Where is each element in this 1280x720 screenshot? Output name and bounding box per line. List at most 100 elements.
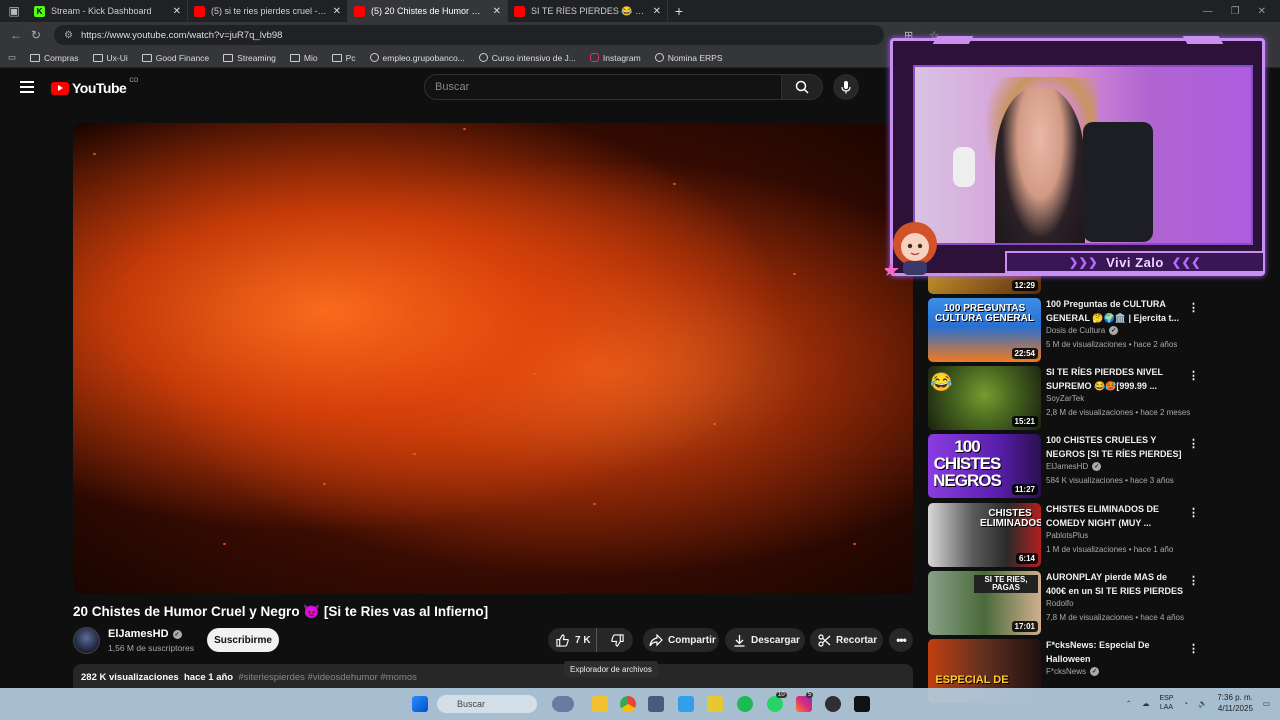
more-vertical-icon[interactable]: ⋮ <box>1188 642 1199 655</box>
suggestion-item[interactable]: SI TE RIES, PAGAS 17:01 AURONPLAY pierde… <box>928 571 1199 635</box>
like-button[interactable]: 7 K <box>548 628 598 652</box>
hashtags[interactable]: #siteriespierdes #videosdehumor #momos <box>238 672 416 683</box>
sticky-notes-icon[interactable] <box>707 696 723 712</box>
close-window-icon[interactable]: ✕ <box>1258 6 1266 17</box>
suggestion-item[interactable]: 100 CHISTES NEGROS 11:27 100 CHISTES CRU… <box>928 434 1199 498</box>
browser-tab[interactable]: SI TE RÍES PIERDES 😂 NIVEL DIOS ✕ <box>508 0 668 22</box>
bookmark-link[interactable]: Curso intensivo de J... <box>478 53 576 63</box>
search-input[interactable] <box>424 74 782 100</box>
suggestion-thumbnail[interactable]: SI TE RIES, PAGAS 17:01 <box>928 571 1041 635</box>
suggestion-channel-row[interactable]: SoyZarTek <box>1046 394 1084 403</box>
search-button[interactable] <box>781 74 823 100</box>
site-info-icon[interactable]: ⚙ <box>64 30 73 41</box>
suggestion-channel-row[interactable]: Dosis de Cultura ✓ <box>1046 326 1119 335</box>
chevron-up-icon[interactable]: ⌃ <box>1126 699 1132 708</box>
clock[interactable]: 7:36 p. m. 4/11/2025 <box>1217 692 1253 714</box>
bookmark-folder[interactable]: Ux-Ui <box>92 53 128 63</box>
webcam-person <box>995 87 1085 243</box>
maximize-icon[interactable]: ❐ <box>1231 6 1240 17</box>
widgets-icon[interactable] <box>552 696 574 712</box>
menu-icon[interactable] <box>20 81 34 93</box>
tab-actions-icon[interactable]: ▣ <box>0 0 28 22</box>
more-vertical-icon[interactable]: ⋮ <box>1188 301 1199 314</box>
network-icon[interactable]: ☁ <box>1142 699 1150 708</box>
suggestion-channel-row[interactable]: PablotsPlus <box>1046 531 1088 540</box>
suggestion-thumbnail[interactable]: CHISTES ELIMINADOS 6:14 <box>928 503 1041 567</box>
taskbar-search[interactable]: Buscar <box>437 695 537 713</box>
windows-start-icon[interactable] <box>412 696 428 712</box>
bookmark-folder[interactable]: Pc <box>331 53 356 63</box>
volume-icon[interactable]: 🔈 <box>1198 699 1207 708</box>
suggestion-thumbnail[interactable]: 100 PREGUNTAS CULTURA GENERAL 22:54 <box>928 298 1041 362</box>
keyboard-layout: LAA <box>1159 704 1174 711</box>
tab-close-icon[interactable]: ✕ <box>653 6 661 17</box>
more-actions-button[interactable]: ••• <box>889 628 913 652</box>
url-field[interactable]: ⚙ https://www.youtube.com/watch?v=juR7q_… <box>54 25 884 45</box>
tiktok-icon[interactable] <box>854 696 870 712</box>
bookmark-folder[interactable]: Mio <box>289 53 318 63</box>
language-indicator[interactable]: ESP LAA <box>1159 694 1173 712</box>
tab-close-icon[interactable]: ✕ <box>333 6 341 17</box>
youtube-logo[interactable]: YouTube CO <box>51 78 138 96</box>
bookmark-folder[interactable]: Compras <box>30 53 79 63</box>
bookmark-link[interactable]: Nomina ERPS <box>654 53 723 63</box>
bookmark-folder[interactable]: Good Finance <box>141 53 209 63</box>
taskbar-search-label: Buscar <box>457 699 486 709</box>
description-box[interactable]: 282 K visualizaciones hace 1 año #siteri… <box>73 664 913 688</box>
bookmark-label: Instagram <box>602 52 641 63</box>
suggestion-item[interactable]: CHISTES ELIMINADOS 6:14 CHISTES ELIMINAD… <box>928 503 1199 567</box>
bookmarks-apps-icon[interactable]: ▭ <box>8 52 16 63</box>
more-vertical-icon[interactable]: ⋮ <box>1188 437 1199 450</box>
notifications-icon[interactable]: ▭ <box>1263 699 1270 708</box>
chrome-icon[interactable] <box>620 696 636 712</box>
clip-button[interactable]: Recortar <box>810 628 883 652</box>
bookmark-folder[interactable]: Streaming <box>223 53 276 63</box>
tab-close-icon[interactable]: ✕ <box>173 6 181 17</box>
more-vertical-icon[interactable]: ⋮ <box>1188 369 1199 382</box>
channel-name-row[interactable]: ElJamesHD ✓ <box>108 628 182 640</box>
minimize-icon[interactable]: — <box>1203 6 1213 17</box>
suggestion-title[interactable]: AURONPLAY pierde MAS de 400€ en un SI TE… <box>1046 571 1184 598</box>
suggestion-title[interactable]: 100 Preguntas de CULTURA GENERAL 🤔🌍🏛️ | … <box>1046 298 1184 325</box>
wifi-icon[interactable]: ◔ <box>1183 699 1188 708</box>
whatsapp-icon[interactable] <box>767 696 783 712</box>
suggestion-title[interactable]: CHISTES ELIMINADOS DE COMEDY NIGHT (MUY … <box>1046 503 1184 530</box>
suggestion-thumbnail[interactable]: 100 CHISTES NEGROS 11:27 <box>928 434 1041 498</box>
bookmark-link[interactable]: empleo.grupobanco... <box>369 53 465 63</box>
suggestion-item[interactable]: 100 PREGUNTAS CULTURA GENERAL 22:54 100 … <box>928 298 1199 362</box>
instagram-icon[interactable] <box>796 696 812 712</box>
store-icon[interactable] <box>648 696 664 712</box>
reload-icon[interactable]: ↻ <box>26 28 46 42</box>
browser-tab-active[interactable]: (5) 20 Chistes de Humor Cruel y Negro ✕ <box>348 0 508 22</box>
browser-tab[interactable]: (5) si te ries pierdes cruel - YouTube ✕ <box>188 0 348 22</box>
file-explorer-icon[interactable] <box>592 696 608 712</box>
more-vertical-icon[interactable]: ⋮ <box>1188 506 1199 519</box>
new-tab-icon[interactable]: + <box>668 3 690 19</box>
suggestion-title[interactable]: 100 CHISTES CRUELES Y NEGROS [SI TE RÍES… <box>1046 434 1184 461</box>
suggestion-channel-row[interactable]: ElJamesHD ✓ <box>1046 462 1102 471</box>
browser-tab[interactable]: K Stream - Kick Dashboard ✕ <box>28 0 188 22</box>
back-icon[interactable]: ← <box>6 28 26 42</box>
video-duration: 22:54 <box>1011 348 1038 359</box>
suggestion-title[interactable]: F*cksNews: Especial De Halloween <box>1046 639 1184 666</box>
suggestion-meta: 7,8 M de visualizaciones • hace 4 años <box>1046 613 1184 622</box>
bookmark-link[interactable]: Instagram <box>589 52 641 63</box>
suggestion-item[interactable]: 😂 15:21 SI TE RÍES PIERDES NIVEL SUPREMO… <box>928 366 1199 430</box>
suggestion-channel-row[interactable]: F*cksNews ✓ <box>1046 667 1100 676</box>
more-vertical-icon[interactable]: ⋮ <box>1188 574 1199 587</box>
suggestion-title[interactable]: SI TE RÍES PIERDES NIVEL SUPREMO 😂🥵[999.… <box>1046 366 1184 393</box>
suggestion-channel-row[interactable]: Rodolfo <box>1046 599 1074 608</box>
suggestion-thumbnail[interactable]: 😂 15:21 <box>928 366 1041 430</box>
download-button[interactable]: Descargar <box>725 628 805 652</box>
tab-close-icon[interactable]: ✕ <box>493 6 501 17</box>
obs-icon[interactable] <box>825 696 841 712</box>
notes-icon[interactable] <box>678 696 694 712</box>
spotify-icon[interactable] <box>737 696 753 712</box>
subscribe-button[interactable]: Suscribirme <box>207 628 279 652</box>
channel-avatar[interactable] <box>73 627 100 654</box>
voice-search-button[interactable] <box>833 74 859 100</box>
dislike-button[interactable] <box>602 628 633 652</box>
share-button[interactable]: Compartir <box>643 628 719 652</box>
verified-icon: ✓ <box>1109 326 1119 335</box>
video-player[interactable] <box>73 123 913 594</box>
